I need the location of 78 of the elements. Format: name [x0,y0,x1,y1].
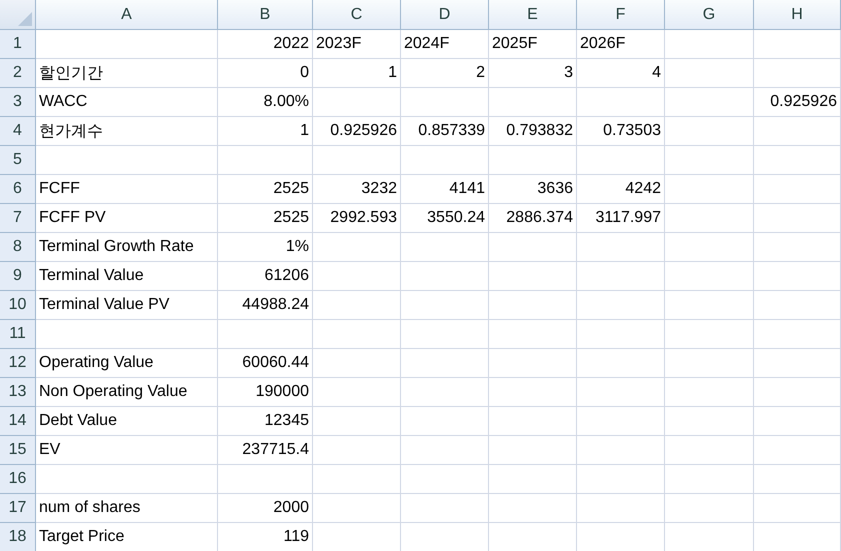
column-header[interactable]: A [36,0,218,30]
row-header[interactable]: 2 [0,59,36,88]
table-cell: 0.925926 [313,117,401,146]
row-header[interactable]: 10 [0,291,36,320]
column-header[interactable]: G [665,0,754,30]
table-cell: 4242 [577,175,665,204]
column-header[interactable]: C [313,0,401,30]
column-header[interactable]: F [577,0,665,30]
table-cell: 237715.4 [218,436,313,465]
table-cell: 12345 [218,407,313,436]
table-cell: Terminal Value [36,262,218,291]
table-cell: 2000 [218,494,313,523]
row-header[interactable]: 17 [0,494,36,523]
table-cell: 8.00% [218,88,313,117]
table-cell: 2026F [577,30,665,59]
table-cell: EV [36,436,218,465]
row-header[interactable]: 6 [0,175,36,204]
table-cell: FCFF [36,175,218,204]
row-header[interactable]: 1 [0,30,36,59]
table-cell: 3550.24 [401,204,489,233]
row-header[interactable]: 4 [0,117,36,146]
row-header[interactable]: 16 [0,465,36,494]
table-cell: 0.73503 [577,117,665,146]
table-cell: 190000 [218,378,313,407]
table-cell: WACC [36,88,218,117]
table-cell: 60060.44 [218,349,313,378]
column-header[interactable]: B [218,0,313,30]
table-cell: 할인기간 [36,59,218,88]
table-cell: 0.925926 [754,88,841,117]
table-cell: Non Operating Value [36,378,218,407]
table-cell: 2525 [218,204,313,233]
table-cell: num of shares [36,494,218,523]
table-cell: Terminal Value PV [36,291,218,320]
table-cell: 44988.24 [218,291,313,320]
table-cell: 0.857339 [401,117,489,146]
table-cell: Operating Value [36,349,218,378]
column-header[interactable]: H [754,0,841,30]
row-header[interactable]: 9 [0,262,36,291]
table-cell: 2024F [401,30,489,59]
table-cell: 3117.997 [577,204,665,233]
row-header[interactable]: 15 [0,436,36,465]
table-cell: 3232 [313,175,401,204]
row-header[interactable]: 11 [0,320,36,349]
table-cell: FCFF PV [36,204,218,233]
table-cell: 2525 [218,175,313,204]
table-cell: Debt Value [36,407,218,436]
table-cell: 1 [218,117,313,146]
table-cell: Terminal Growth Rate [36,233,218,262]
row-header[interactable]: 5 [0,146,36,175]
table-cell: 현가계수 [36,117,218,146]
table-cell: 3 [489,59,577,88]
column-header[interactable]: E [489,0,577,30]
table-cell: 2 [401,59,489,88]
table-cell: 119 [218,523,313,551]
row-header[interactable]: 8 [0,233,36,262]
triangle-icon [18,12,32,26]
table-cell: 2022 [218,30,313,59]
table-cell: 2025F [489,30,577,59]
table-cell: 2992.593 [313,204,401,233]
table-cell: 61206 [218,262,313,291]
select-all-button[interactable] [0,0,36,30]
row-header[interactable]: 12 [0,349,36,378]
table-cell: 1 [313,59,401,88]
table-cell: 3636 [489,175,577,204]
row-header[interactable]: 18 [0,523,36,551]
table-cell: 0.793832 [489,117,577,146]
row-header[interactable]: 13 [0,378,36,407]
table-cell: 4 [577,59,665,88]
table-cell: Target Price [36,523,218,551]
table-cell: 0 [218,59,313,88]
table-cell: 4141 [401,175,489,204]
table-cell: 2886.374 [489,204,577,233]
table-cell: 1% [218,233,313,262]
row-header[interactable]: 14 [0,407,36,436]
row-header[interactable]: 3 [0,88,36,117]
column-header[interactable]: D [401,0,489,30]
table-cell: 2023F [313,30,401,59]
row-header[interactable]: 7 [0,204,36,233]
